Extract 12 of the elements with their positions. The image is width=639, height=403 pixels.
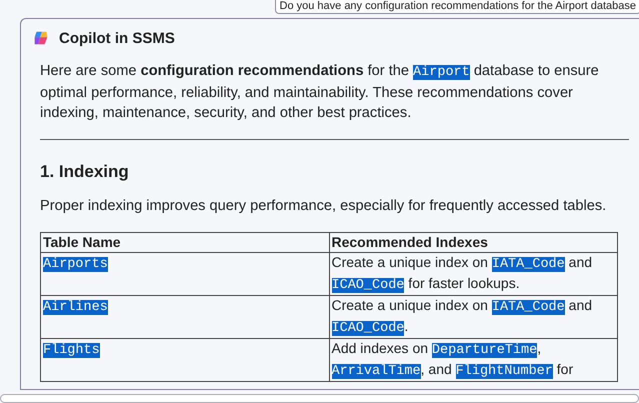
table-cell: Airlines [40, 296, 329, 338]
section-heading: 1. Indexing [40, 162, 130, 182]
table-cell: Airports [40, 252, 329, 296]
table-cell: Flights [40, 338, 329, 382]
response-title: Copilot in SSMS [59, 30, 175, 46]
column-header: Table Name [40, 232, 329, 252]
table-cell: Create a unique index on IATA_Code and ICAO_Code. [329, 296, 618, 338]
table-cell: Create a unique index on IATA_Code and ICAO_Code for faster lookups. [329, 252, 618, 296]
user-message: Do you have any configuration recommendations for the Airport database [274, 0, 639, 14]
column-header: Recommended Indexes [329, 232, 618, 252]
section-paragraph: Proper indexing improves query performance, especially for frequently accessed tables. [40, 197, 608, 216]
intro-paragraph: Here are some configuration recommendations for the Airport database to ensure optimal performance, reliability, and maintainability. These recommendations cover indexing, maintenance, security, and other best practices. [40, 62, 600, 123]
